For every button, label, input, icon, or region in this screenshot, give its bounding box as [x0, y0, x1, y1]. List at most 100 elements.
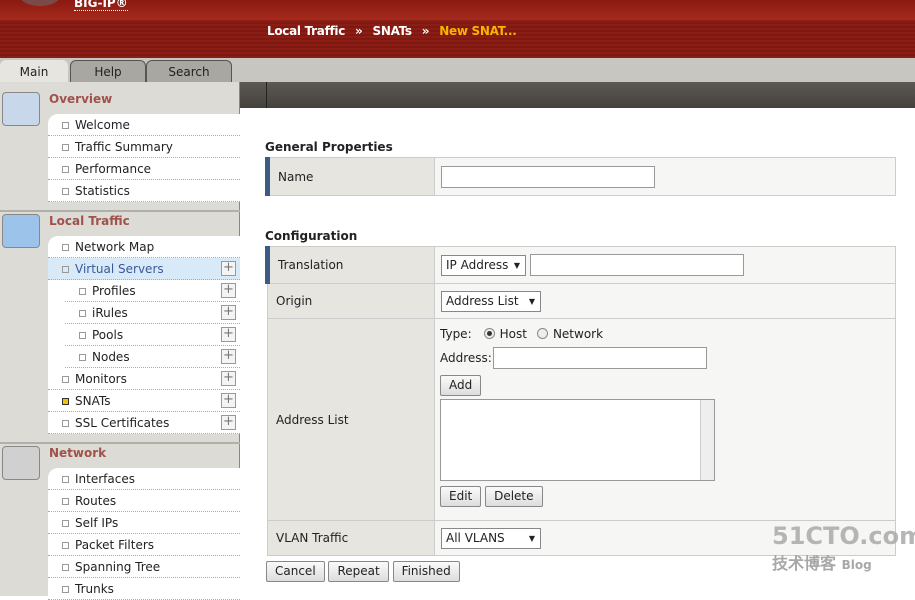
bullet-icon	[62, 188, 69, 195]
sidebar-item-label: Nodes	[92, 350, 130, 364]
sidebar-item-label: Network Map	[75, 240, 155, 254]
plus-icon[interactable]: +	[221, 415, 236, 430]
section-menu: Interfaces Routes Self IPs Packet Filters Sp…	[48, 468, 240, 600]
sidebar-item-routes[interactable]: Routes	[48, 490, 240, 512]
repeat-button[interactable]: Repeat	[328, 561, 389, 582]
vlan-traffic-select[interactable]: All VLANS	[441, 527, 541, 549]
origin-select[interactable]: Address List	[441, 290, 541, 312]
breadcrumb-separator: »	[355, 24, 363, 38]
bullet-icon	[62, 498, 69, 505]
address-listbox[interactable]	[440, 399, 715, 481]
address-label: Address:	[440, 351, 492, 365]
tab-search[interactable]: Search	[146, 60, 232, 82]
section-title[interactable]: Overview	[49, 92, 112, 106]
sidebar-item-statistics[interactable]: Statistics	[48, 180, 240, 202]
sidebar-item-label: Pools	[92, 328, 124, 342]
plus-icon[interactable]: +	[221, 283, 236, 298]
bullet-icon	[62, 586, 69, 593]
cancel-button[interactable]: Cancel	[266, 561, 325, 582]
watermark: 51CTO.com 技术博客 Blog	[772, 522, 915, 573]
tab-bar: Main Help Search	[0, 58, 915, 82]
sidebar-item-performance[interactable]: Performance	[48, 158, 240, 180]
add-button[interactable]: Add	[440, 375, 482, 396]
breadcrumb-separator: »	[421, 24, 430, 38]
sidebar-item-traffic-summary[interactable]: Traffic Summary	[48, 136, 240, 158]
sidebar-item-ssl-certificates[interactable]: SSL Certificates +	[48, 412, 240, 434]
listbox-scrollbar[interactable]	[700, 400, 714, 480]
sidebar-item-label: Traffic Summary	[75, 140, 173, 154]
section-title[interactable]: Local Traffic	[49, 214, 130, 228]
breadcrumb-current: New SNAT...	[439, 24, 517, 38]
breadcrumb-local-traffic[interactable]: Local Traffic	[267, 24, 345, 38]
sidebar-item-label: Self IPs	[75, 516, 119, 530]
sidebar-item-packet-filters[interactable]: Packet Filters	[48, 534, 240, 556]
bullet-icon	[62, 420, 69, 427]
sidebar-item-self-ips[interactable]: Self IPs	[48, 512, 240, 534]
section-divider	[0, 442, 240, 444]
breadcrumb-band: Local Traffic » SNATs » New SNAT...	[0, 20, 915, 60]
sidebar-item-spanning-tree[interactable]: Spanning Tree	[48, 556, 240, 578]
sidebar-item-label: SNATs	[75, 394, 111, 408]
address-input[interactable]	[492, 347, 707, 369]
general-properties-table: Name	[265, 157, 896, 196]
type-network-radio[interactable]	[536, 328, 548, 339]
section-menu: Network Map Virtual Servers + Profiles + iRul…	[48, 236, 240, 434]
type-host-label: Host	[499, 327, 527, 341]
tab-main[interactable]: Main	[0, 60, 68, 82]
sidebar-item-profiles[interactable]: Profiles +	[65, 280, 240, 302]
sidebar-item-welcome[interactable]: Welcome	[48, 114, 240, 136]
delete-button[interactable]: Delete	[485, 486, 543, 507]
sidebar-item-monitors[interactable]: Monitors +	[48, 368, 240, 390]
origin-label: Origin	[267, 283, 435, 319]
brand-link[interactable]: BIG-IP®	[74, 0, 128, 11]
sidebar-item-label: Profiles	[92, 284, 136, 298]
general-properties-heading: General Properties	[265, 140, 393, 154]
sidebar-item-virtual-servers[interactable]: Virtual Servers +	[48, 258, 240, 280]
overview-icon	[2, 92, 40, 126]
bullet-icon	[62, 542, 69, 549]
sidebar: Overview Welcome Traffic Summary Performanc…	[0, 82, 240, 600]
address-list-label: Address List	[267, 318, 435, 521]
sidebar-item-snats[interactable]: SNATs +	[48, 390, 240, 412]
header-bar: BIG-IP®	[0, 0, 915, 20]
section-title[interactable]: Network	[49, 446, 106, 460]
form-actions: Cancel Repeat Finished	[266, 561, 460, 582]
type-label: Type:	[440, 327, 472, 341]
sidebar-item-label: Welcome	[75, 118, 130, 132]
sidebar-item-trunks[interactable]: Trunks	[48, 578, 240, 600]
bullet-icon	[79, 288, 86, 295]
f5-logo[interactable]	[20, 0, 60, 6]
sidebar-item-label: Interfaces	[75, 472, 135, 486]
edit-button[interactable]: Edit	[440, 486, 482, 507]
sidebar-item-network-map[interactable]: Network Map	[48, 236, 240, 258]
bullet-icon	[62, 122, 69, 129]
bullet-icon	[79, 354, 86, 361]
translation-label: Translation	[265, 246, 435, 284]
type-host-radio[interactable]	[483, 328, 495, 339]
sidebar-item-label: Packet Filters	[75, 538, 155, 552]
sidebar-item-interfaces[interactable]: Interfaces	[48, 468, 240, 490]
sidebar-item-pools[interactable]: Pools +	[65, 324, 240, 346]
bullet-icon	[62, 266, 69, 273]
sidebar-item-irules[interactable]: iRules +	[65, 302, 240, 324]
plus-icon[interactable]: +	[221, 261, 236, 276]
sidebar-item-label: Trunks	[75, 582, 114, 596]
tab-help[interactable]: Help	[70, 60, 146, 82]
plus-icon[interactable]: +	[221, 371, 236, 386]
section-divider	[0, 210, 240, 212]
translation-address-input[interactable]	[529, 254, 744, 276]
plus-icon[interactable]: +	[221, 305, 236, 320]
breadcrumb-snats[interactable]: SNATs	[373, 24, 413, 38]
plus-icon[interactable]: +	[221, 327, 236, 342]
plus-icon[interactable]: +	[221, 349, 236, 364]
configuration-table: Translation IP Address Origin Address Li…	[265, 246, 896, 556]
name-input[interactable]	[441, 165, 655, 188]
sidebar-item-label: Statistics	[75, 184, 130, 198]
finished-button[interactable]: Finished	[392, 561, 460, 582]
sidebar-item-nodes[interactable]: Nodes +	[65, 346, 240, 368]
type-network-label: Network	[552, 327, 604, 341]
sidebar-item-label: Monitors	[75, 372, 127, 386]
translation-select[interactable]: IP Address	[441, 255, 526, 276]
sidebar-item-label: Virtual Servers	[75, 262, 164, 276]
plus-icon[interactable]: +	[221, 393, 236, 408]
